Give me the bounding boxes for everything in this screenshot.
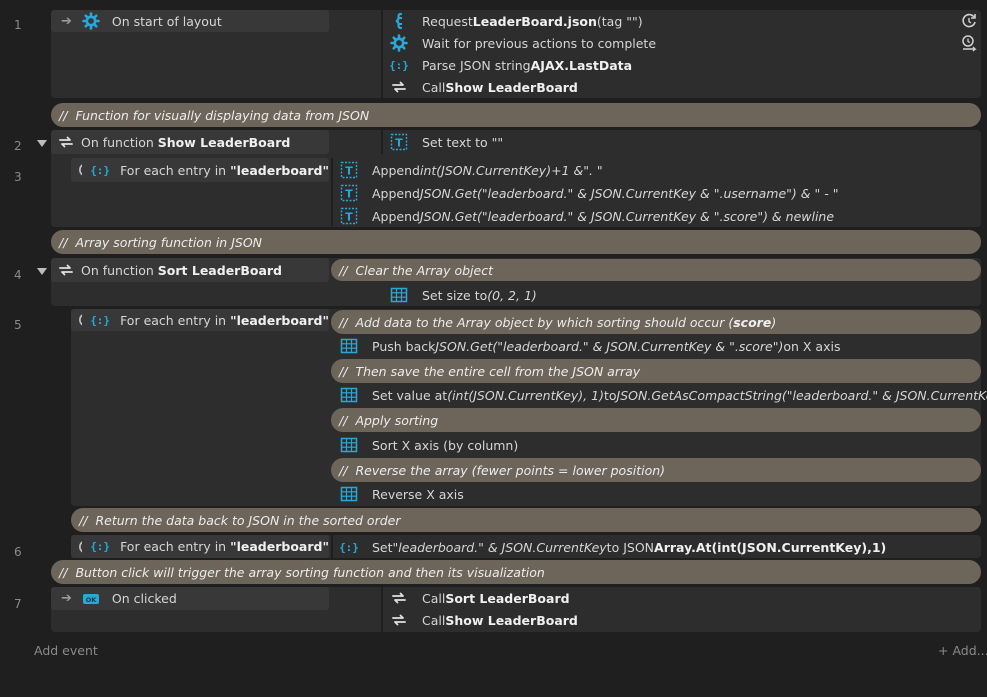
json-icon: {:}: [339, 540, 359, 554]
comment[interactable]: //Clear the Array object: [331, 259, 981, 281]
add-button[interactable]: + Add...: [938, 643, 987, 658]
event-block-7[interactable]: ➔ On clicked Call Sort LeaderBoard Call …: [51, 587, 981, 632]
array-grid-icon: [340, 437, 358, 453]
event-block-3[interactable]: {:} For each entry in "leaderboard" Appe…: [71, 158, 981, 226]
wait-timer-icon[interactable]: [960, 34, 978, 52]
loop-icon: [79, 162, 83, 177]
event-number: 6: [14, 545, 22, 559]
trigger-arrow-icon: ➔: [61, 13, 72, 29]
event-condition[interactable]: On function Sort LeaderBoard: [51, 258, 329, 282]
loop-icon: [79, 538, 83, 554]
comment[interactable]: //Apply sorting: [331, 408, 981, 432]
action-row[interactable]: Call Show LeaderBoard: [386, 76, 981, 98]
event-number: 4: [14, 268, 22, 282]
comment[interactable]: //Then save the entire cell from the JSO…: [331, 359, 981, 383]
loop-icon: [79, 312, 83, 327]
collapse-arrow-icon[interactable]: [37, 138, 47, 148]
json-icon: {:}: [389, 58, 409, 72]
action-row[interactable]: Set size to (0, 2, 1): [386, 284, 981, 306]
event-number: 2: [14, 139, 22, 153]
trigger-arrow-icon: ➔: [61, 591, 72, 606]
action-row[interactable]: Set value at (int(JSON.CurrentKey), 1) t…: [336, 384, 987, 406]
json-icon: {:}: [90, 540, 111, 553]
event-number: 7: [14, 597, 22, 611]
array-grid-icon: [340, 338, 358, 354]
action-row[interactable]: Wait for previous actions to complete: [386, 32, 981, 54]
action-row[interactable]: Append int(JSON.CurrentKey)+1 &". ": [336, 159, 981, 181]
comment[interactable]: //Button click will trigger the array so…: [51, 560, 981, 584]
comment[interactable]: //Array sorting function in JSON: [51, 230, 981, 254]
condition-text: On start of layout: [111, 13, 222, 29]
action-row[interactable]: {:} Set "leaderboard." & JSON.CurrentKey…: [336, 536, 981, 558]
function-icon: [59, 264, 73, 276]
function-icon: [59, 136, 73, 148]
comment[interactable]: //Return the data back to JSON in the so…: [71, 508, 981, 532]
action-row[interactable]: Push back JSON.Get("leaderboard." & JSON…: [336, 335, 981, 357]
function-icon: [392, 592, 406, 604]
button-object-icon: [82, 593, 99, 604]
event-number: 5: [14, 318, 22, 332]
event-block-5[interactable]: {:} For each entry in "leaderboard" //Ad…: [71, 309, 987, 506]
json-icon: {:}: [90, 313, 111, 327]
text-object-icon: [340, 207, 358, 225]
gear-icon: [390, 34, 408, 52]
action-row[interactable]: {:} Parse JSON string AJAX.LastData: [386, 54, 981, 76]
text-object-icon: [340, 184, 358, 202]
event-block-1[interactable]: ➔ On start of layout Request LeaderBoard…: [51, 10, 981, 98]
json-icon: {:}: [90, 163, 111, 177]
array-grid-icon: [340, 486, 358, 502]
text-object-icon: [340, 161, 358, 179]
action-row[interactable]: Append JSON.Get("leaderboard." & JSON.Cu…: [336, 205, 981, 227]
action-row[interactable]: Request LeaderBoard.json (tag ""): [386, 10, 981, 32]
gear-icon: [82, 12, 100, 30]
add-event-button[interactable]: Add event: [34, 643, 98, 658]
event-condition[interactable]: ➔ On start of layout: [51, 10, 329, 32]
ajax-icon: [394, 12, 404, 30]
event-block-6[interactable]: {:} For each entry in "leaderboard" {:} …: [71, 535, 981, 558]
action-row[interactable]: Call Show LeaderBoard: [386, 609, 981, 631]
event-condition[interactable]: ➔ On clicked: [51, 587, 329, 610]
event-condition[interactable]: On function Show LeaderBoard: [51, 130, 329, 154]
collapse-arrow-icon[interactable]: [37, 266, 47, 276]
event-number: 3: [14, 170, 22, 184]
array-grid-icon: [340, 387, 358, 403]
event-block-4[interactable]: On function Sort LeaderBoard //Clear the…: [51, 258, 981, 306]
action-row[interactable]: Reverse X axis: [336, 483, 981, 505]
action-row[interactable]: Sort X axis (by column): [336, 434, 981, 456]
action-row[interactable]: Append JSON.Get("leaderboard." & JSON.Cu…: [336, 182, 981, 204]
action-row[interactable]: Call Sort LeaderBoard: [386, 587, 981, 609]
event-condition[interactable]: {:} For each entry in "leaderboard": [71, 158, 329, 182]
event-condition[interactable]: {:} For each entry in "leaderboard": [71, 309, 329, 331]
event-number: 1: [14, 18, 22, 32]
event-condition[interactable]: {:} For each entry in "leaderboard": [71, 535, 329, 558]
text-object-icon: [390, 133, 408, 151]
comment[interactable]: //Reverse the array (fewer points = lowe…: [331, 458, 981, 482]
timer-icon[interactable]: [960, 12, 978, 30]
array-grid-icon: [390, 287, 408, 303]
function-icon: [392, 614, 406, 626]
function-icon: [392, 81, 406, 93]
action-row[interactable]: Set text to "": [386, 131, 981, 153]
comment[interactable]: //Function for visually displaying data …: [51, 103, 981, 127]
comment[interactable]: //Add data to the Array object by which …: [331, 310, 981, 334]
